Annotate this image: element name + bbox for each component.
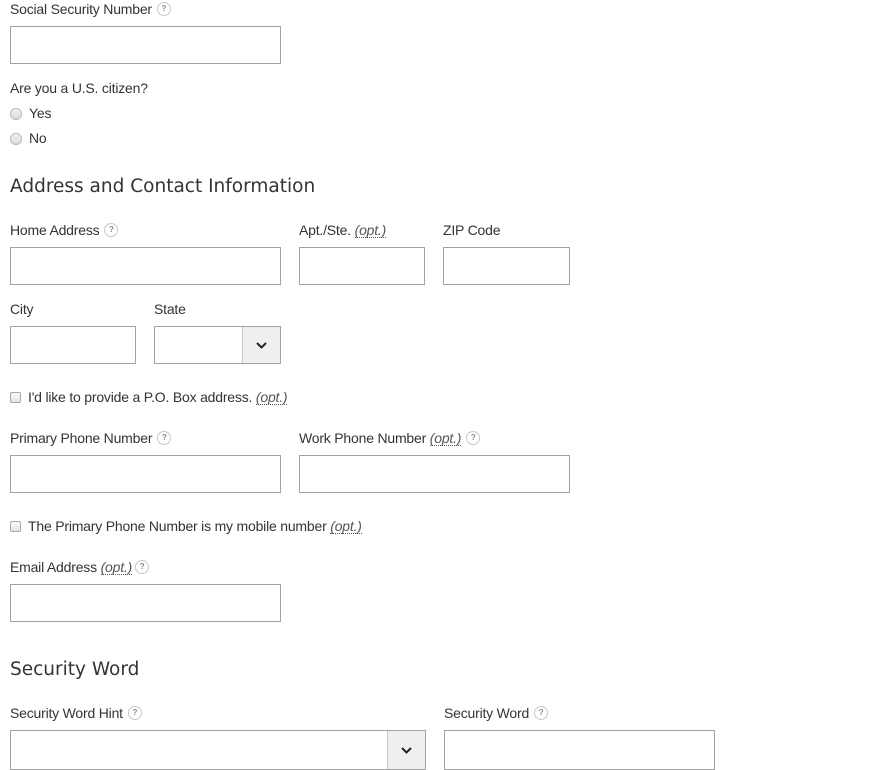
address-section-heading: Address and Contact Information: [10, 176, 316, 197]
citizen-question: Are you a U.S. citizen?: [10, 80, 148, 96]
po-box-checkbox[interactable]: [10, 392, 21, 403]
state-label: State: [154, 301, 186, 317]
work-phone-input[interactable]: [299, 455, 570, 493]
chevron-down-icon: [401, 746, 412, 754]
primary-phone-label: Primary Phone Number?: [10, 430, 172, 447]
help-icon[interactable]: ?: [156, 2, 171, 17]
mobile-number-option[interactable]: The Primary Phone Number is my mobile nu…: [10, 518, 362, 535]
apt-label: Apt./Ste. (opt.): [299, 222, 387, 238]
no-radio[interactable]: [10, 132, 22, 145]
home-address-label: Home Address?: [10, 222, 119, 239]
help-icon[interactable]: ?: [157, 431, 172, 446]
work-phone-label: Work Phone Number (opt.)?: [299, 430, 481, 447]
city-label: City: [10, 301, 34, 317]
ssn-label: Social Security Number?: [10, 1, 171, 18]
home-address-input[interactable]: [10, 247, 281, 285]
help-icon[interactable]: ?: [466, 431, 481, 446]
security-hint-select[interactable]: [10, 730, 426, 770]
zip-label: ZIP Code: [443, 222, 501, 238]
city-input[interactable]: [10, 326, 136, 364]
email-input[interactable]: [10, 584, 281, 622]
citizen-no-option[interactable]: No: [10, 130, 47, 147]
po-box-option[interactable]: I'd like to provide a P.O. Box address. …: [10, 389, 288, 406]
security-word-label: Security Word?: [444, 705, 549, 722]
email-label: Email Address (opt.)?: [10, 559, 150, 576]
help-icon[interactable]: ?: [127, 706, 142, 721]
security-word-input[interactable]: [444, 730, 715, 770]
apt-input[interactable]: [299, 247, 425, 285]
optional-indicator: (opt.): [429, 430, 462, 446]
state-select[interactable]: [154, 326, 281, 364]
primary-phone-input[interactable]: [10, 455, 281, 493]
security-section-heading: Security Word: [10, 659, 140, 680]
optional-indicator: (opt.): [330, 518, 362, 534]
security-hint-label: Security Word Hint?: [10, 705, 142, 722]
yes-radio[interactable]: [10, 107, 22, 120]
optional-indicator: (opt.): [255, 389, 288, 405]
chevron-down-icon: [256, 341, 267, 349]
help-icon[interactable]: ?: [135, 560, 150, 575]
zip-input[interactable]: [443, 247, 570, 285]
ssn-input[interactable]: [10, 26, 281, 64]
help-icon[interactable]: ?: [534, 706, 549, 721]
security-hint-dropdown-button[interactable]: [387, 731, 425, 769]
optional-indicator: (opt.): [354, 222, 387, 238]
state-dropdown-button[interactable]: [242, 327, 280, 363]
citizen-yes-option[interactable]: Yes: [10, 105, 51, 122]
help-icon[interactable]: ?: [104, 223, 119, 238]
optional-indicator: (opt.): [100, 559, 133, 575]
mobile-number-checkbox[interactable]: [10, 521, 21, 532]
